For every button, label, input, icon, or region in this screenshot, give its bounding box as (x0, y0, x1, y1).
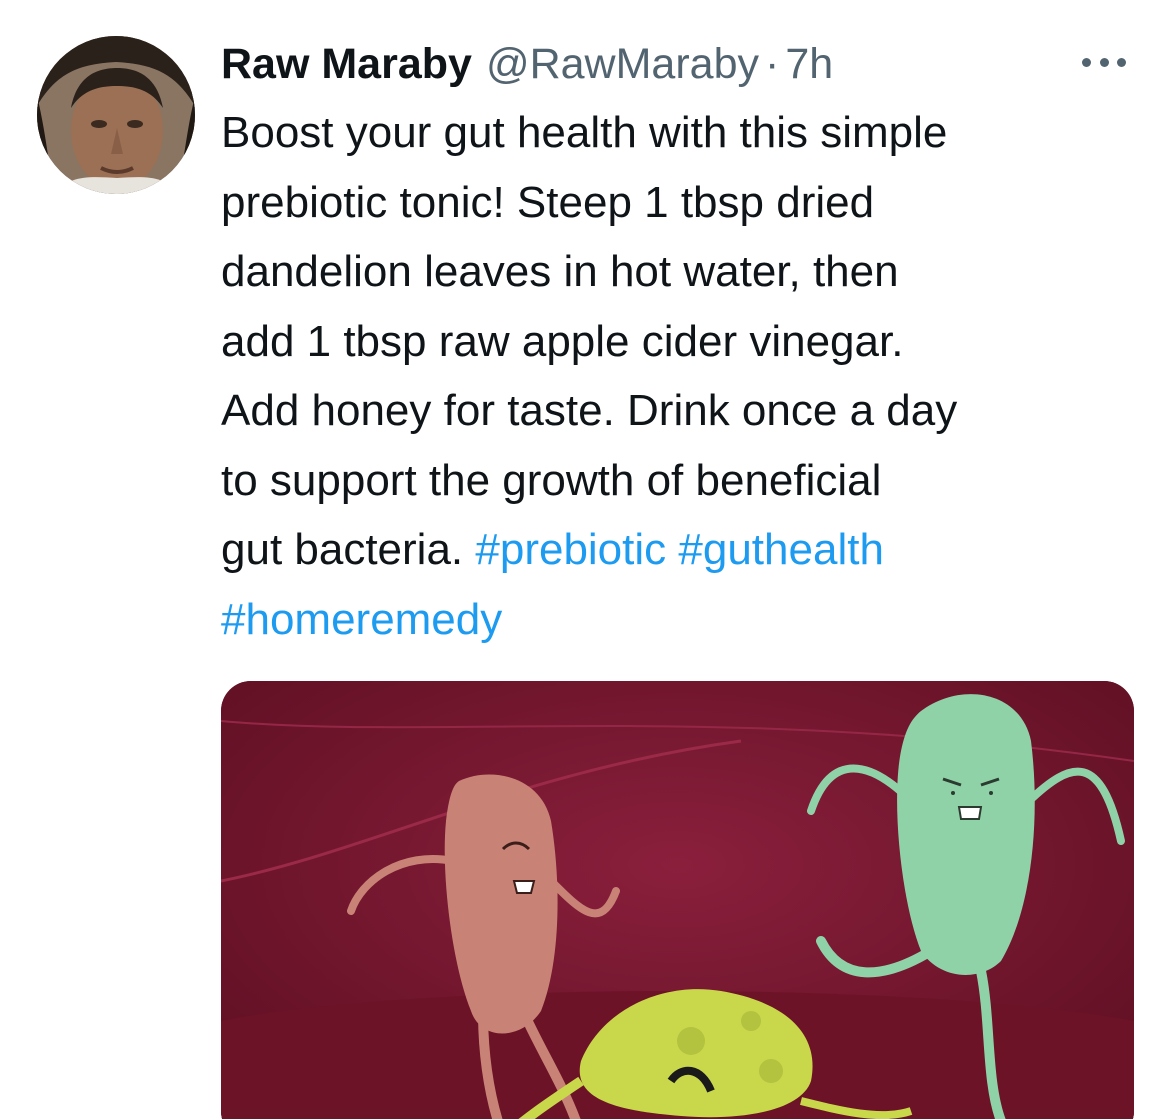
tweet-text-line: gut bacteria. (221, 525, 476, 574)
avatar-image (37, 36, 195, 194)
more-horizontal-icon[interactable] (1082, 50, 1126, 74)
user-handle[interactable]: @RawMaraby (486, 36, 759, 92)
more-dot (1082, 57, 1091, 67)
tweet-text-line: Boost your gut health with this simple (221, 108, 948, 157)
hashtag-homeremedy[interactable]: #homeremedy (221, 595, 502, 644)
hashtag-guthealth[interactable]: #guthealth (678, 525, 884, 574)
tweet-text-line: to support the growth of beneficial (221, 455, 882, 505)
separator-dot: · (765, 40, 780, 88)
tweet-text: Boost your gut health with this simple p… (221, 98, 1146, 654)
more-dot (1117, 57, 1126, 67)
bacteria-illustration (221, 681, 1134, 1119)
tweet-text-line: add 1 tbsp raw apple cider vinegar. (221, 316, 904, 366)
hashtag-prebiotic[interactable]: #prebiotic (475, 525, 666, 574)
avatar[interactable] (37, 36, 195, 194)
tweet-text-line: Add honey for taste. Drink once a day (221, 386, 958, 435)
more-dot (1099, 57, 1109, 67)
tweet-text-line: #homeremedy (221, 585, 1146, 655)
tweet[interactable]: Raw Maraby @RawMaraby · 7h Boost your gu… (0, 0, 1170, 1119)
tweet-text-line-last: gut bacteria. #prebiotic #guthealth (221, 515, 1146, 585)
tweet-text-line: prebiotic tonic! Steep 1 tbsp dried (221, 177, 875, 227)
display-name[interactable]: Raw Maraby (221, 36, 472, 92)
tweet-header: Raw Maraby @RawMaraby · 7h (221, 36, 833, 92)
timestamp[interactable]: 7h (785, 36, 833, 92)
tweet-media[interactable] (221, 681, 1134, 1119)
tweet-text-line: dandelion leaves in hot water, then (221, 247, 899, 296)
